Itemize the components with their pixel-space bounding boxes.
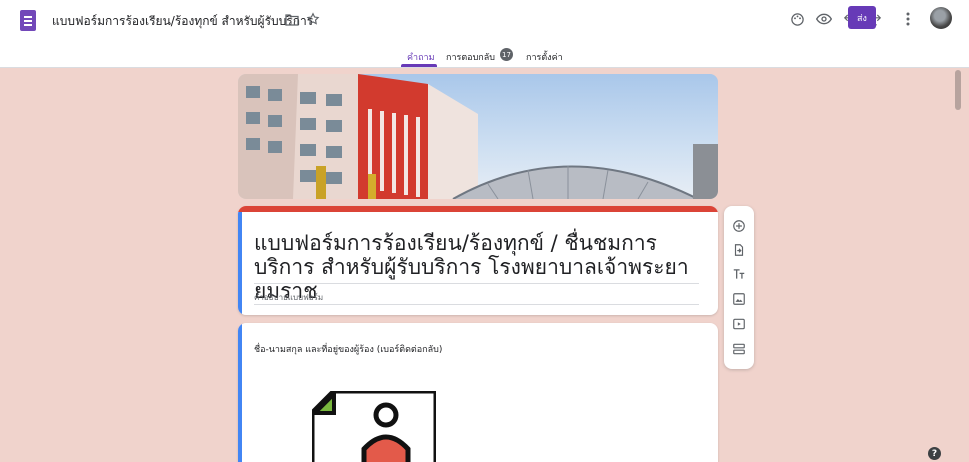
question-card[interactable]: ชื่อ-นามสกุล และที่อยู่ของผู้ร้อง (เบอร์…	[238, 323, 718, 462]
form-header-image	[238, 74, 718, 199]
forms-logo-icon[interactable]	[20, 10, 36, 31]
eye-icon[interactable]	[814, 9, 834, 29]
title-underline	[254, 283, 699, 284]
question-card-indicator	[238, 323, 242, 462]
scrollbar-track[interactable]	[953, 68, 969, 462]
add-image-icon[interactable]	[730, 290, 748, 308]
tab-questions[interactable]: คำถาม	[407, 50, 435, 64]
help-icon[interactable]: ?	[928, 447, 941, 460]
tab-responses[interactable]: การตอบกลับ	[446, 50, 495, 64]
more-vert-icon[interactable]	[900, 9, 916, 29]
import-questions-icon[interactable]	[730, 241, 748, 259]
send-button[interactable]: ส่ง	[848, 6, 876, 29]
active-tab-indicator	[401, 64, 437, 67]
add-question-icon[interactable]	[730, 217, 748, 235]
form-title-card[interactable]: แบบฟอร์มการร้องเรียน/ร้องทุกข์ / ชื่นชมก…	[238, 206, 718, 315]
top-bar: แบบฟอร์มการร้องเรียน/ร้องทุกข์ สำหรับผู้…	[0, 0, 969, 68]
responses-count-badge: 17	[500, 48, 513, 61]
folder-icon[interactable]	[283, 11, 301, 29]
document-title[interactable]: แบบฟอร์มการร้องเรียน/ร้องทุกข์ สำหรับผู้…	[52, 12, 313, 31]
palette-icon[interactable]	[787, 9, 807, 29]
question-text[interactable]: ชื่อ-นามสกุล และที่อยู่ของผู้ร้อง (เบอร์…	[254, 342, 442, 356]
scrollbar-thumb[interactable]	[955, 70, 961, 110]
star-icon[interactable]	[304, 10, 322, 28]
tab-settings[interactable]: การตั้งค่า	[526, 50, 563, 64]
tab-bar: คำถาม การตอบกลับ 17 การตั้งค่า	[0, 44, 969, 68]
active-card-indicator	[238, 212, 242, 315]
description-underline	[254, 304, 699, 305]
avatar[interactable]	[930, 7, 952, 29]
question-toolbar	[724, 206, 754, 369]
add-title-icon[interactable]	[730, 265, 748, 283]
user-profile-illustration	[309, 388, 439, 462]
form-description-field[interactable]: คำอธิบายแบบฟอร์ม	[254, 291, 323, 304]
title-card-color-strip	[238, 206, 718, 212]
add-section-icon[interactable]	[730, 340, 748, 358]
add-video-icon[interactable]	[730, 315, 748, 333]
